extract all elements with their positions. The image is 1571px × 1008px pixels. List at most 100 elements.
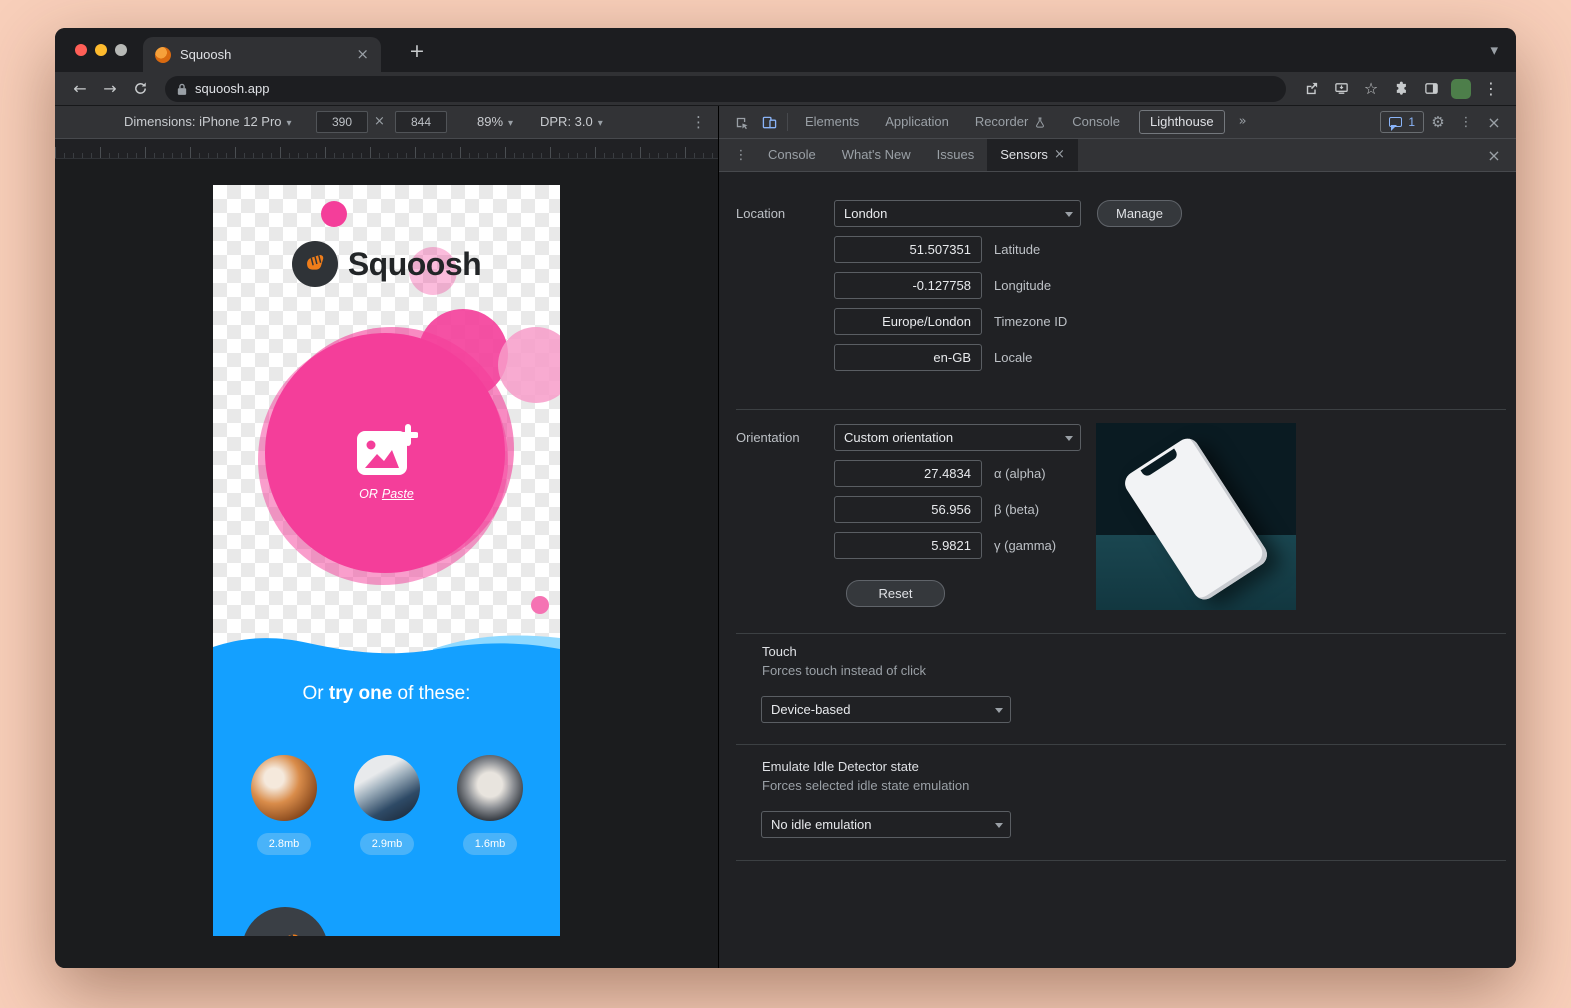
drawer-toolbar: ⋮ Console What's New Issues Sensors × ×: [719, 139, 1516, 172]
chevron-down-icon: [995, 823, 1003, 828]
minimize-window-button[interactable]: [95, 44, 107, 56]
divider: [736, 633, 1506, 634]
drawer-tab-issues[interactable]: Issues: [924, 139, 988, 171]
omnibox[interactable]: squoosh.app: [165, 76, 1286, 102]
divider: [736, 409, 1506, 410]
drawer-tab-sensors[interactable]: Sensors ×: [987, 139, 1078, 171]
idle-select[interactable]: No idle emulation: [761, 811, 1011, 838]
divider: [736, 860, 1506, 861]
tab-search-chevron-icon[interactable]: ▾: [1490, 41, 1498, 59]
install-app-icon[interactable]: [1326, 75, 1356, 103]
touch-title: Touch: [762, 644, 797, 659]
browser-tab[interactable]: Squoosh ×: [143, 37, 381, 72]
latitude-input[interactable]: 51.507351: [834, 236, 982, 263]
touch-subtitle: Forces touch instead of click: [762, 663, 926, 678]
try-one-heading: Or try one of these:: [213, 683, 560, 705]
longitude-input[interactable]: -0.127758: [834, 272, 982, 299]
manage-button[interactable]: Manage: [1097, 200, 1182, 227]
lock-icon: [177, 82, 187, 96]
fullscreen-window-button[interactable]: [115, 44, 127, 56]
divider: [736, 744, 1506, 745]
beta-input[interactable]: 56.956: [834, 496, 982, 523]
new-tab-button[interactable]: +: [403, 37, 431, 65]
tab-recorder[interactable]: Recorder: [962, 106, 1059, 138]
side-panel-icon[interactable]: [1416, 75, 1446, 103]
orientation-label: Orientation: [736, 424, 800, 451]
location-label: Location: [736, 200, 785, 227]
chevron-down-icon: [1065, 212, 1073, 217]
sample-image-photographer[interactable]: [354, 755, 420, 821]
experiment-flask-icon: [1034, 116, 1046, 129]
devtools-close-icon[interactable]: ×: [1480, 109, 1508, 135]
dpr-select[interactable]: DPR: 3.0▾: [540, 114, 603, 129]
alpha-input[interactable]: 27.4834: [834, 460, 982, 487]
squoosh-logo: Squoosh: [213, 241, 560, 287]
dimensions-select[interactable]: Dimensions: iPhone 12 Pro▾: [124, 114, 292, 129]
drawer-menu-icon[interactable]: ⋮: [727, 142, 755, 168]
sample-image-phone[interactable]: [457, 755, 523, 821]
sample-image-panda[interactable]: [251, 755, 317, 821]
drawer-tab-console[interactable]: Console: [755, 139, 829, 171]
devtools-menu-icon[interactable]: ⋮: [1452, 109, 1480, 135]
add-image-button[interactable]: [354, 423, 418, 486]
tab-elements[interactable]: Elements: [792, 106, 872, 138]
back-button[interactable]: ←: [65, 75, 95, 103]
pink-dot: [321, 201, 347, 227]
timezone-input[interactable]: Europe/London: [834, 308, 982, 335]
extensions-icon[interactable]: [1386, 75, 1416, 103]
pink-blob-circle: [498, 327, 560, 403]
squoosh-logo-icon: [292, 241, 338, 287]
tab-close-icon[interactable]: ×: [356, 47, 369, 62]
phone-3d-model: [1120, 434, 1271, 604]
device-viewport: Squoosh: [213, 185, 560, 936]
gamma-input[interactable]: 5.9821: [834, 532, 982, 559]
width-input[interactable]: 390: [316, 111, 368, 133]
share-icon[interactable]: [1296, 75, 1326, 103]
paste-link[interactable]: Paste: [382, 487, 414, 501]
timezone-label: Timezone ID: [994, 308, 1067, 335]
profile-avatar[interactable]: [1451, 79, 1471, 99]
tab-application[interactable]: Application: [872, 106, 962, 138]
more-tabs-icon[interactable]: »: [1231, 106, 1255, 138]
orientation-preview[interactable]: [1096, 423, 1296, 610]
longitude-label: Longitude: [994, 272, 1051, 299]
reload-icon: [133, 81, 148, 96]
device-emulation-pane: Dimensions: iPhone 12 Pro▾ 390 × 844 89%…: [55, 106, 718, 968]
beta-label: β (beta): [994, 496, 1039, 523]
size-badge: 2.9mb: [360, 833, 414, 855]
speech-bubble-icon: [1389, 117, 1402, 127]
forward-button[interactable]: →: [95, 75, 125, 103]
idle-subtitle: Forces selected idle state emulation: [762, 778, 969, 793]
reset-button[interactable]: Reset: [846, 580, 945, 607]
zoom-select[interactable]: 89%▾: [477, 114, 513, 129]
reload-button[interactable]: [125, 75, 155, 103]
chevron-down-icon: [995, 708, 1003, 713]
touch-select[interactable]: Device-based: [761, 696, 1011, 723]
orientation-select[interactable]: Custom orientation: [834, 424, 1081, 451]
pink-blob-circle: [418, 309, 508, 399]
console-message-badge[interactable]: 1: [1380, 111, 1424, 133]
drawer-tab-whats-new[interactable]: What's New: [829, 139, 924, 171]
device-toolbar-toggle-icon[interactable]: [755, 109, 783, 135]
tab-console[interactable]: Console: [1059, 106, 1133, 138]
wave-decoration: [213, 631, 560, 667]
settings-gear-icon[interactable]: ⚙: [1424, 109, 1452, 135]
inspect-element-icon[interactable]: [727, 109, 755, 135]
drawer-close-icon[interactable]: ×: [1480, 142, 1508, 168]
traffic-lights: [75, 44, 127, 56]
tab-lighthouse[interactable]: Lighthouse: [1139, 110, 1225, 134]
alpha-label: α (alpha): [994, 460, 1046, 487]
browser-menu-icon[interactable]: ⋮: [1476, 75, 1506, 103]
sensors-panel: Location London Manage 51.507351 Latitud…: [719, 172, 1516, 968]
height-input[interactable]: 844: [395, 111, 447, 133]
chevron-down-icon: [1065, 436, 1073, 441]
location-select[interactable]: London: [834, 200, 1081, 227]
sensors-tab-close-icon[interactable]: ×: [1054, 139, 1065, 171]
device-toolbar-menu-icon[interactable]: ⋮: [691, 113, 706, 131]
devtools-pane: Elements Application Recorder Console Li…: [718, 106, 1516, 968]
size-badge: 2.8mb: [257, 833, 311, 855]
bookmark-star-icon[interactable]: ☆: [1356, 75, 1386, 103]
close-window-button[interactable]: [75, 44, 87, 56]
locale-input[interactable]: en-GB: [834, 344, 982, 371]
device-toolbar: Dimensions: iPhone 12 Pro▾ 390 × 844 89%…: [55, 106, 718, 139]
